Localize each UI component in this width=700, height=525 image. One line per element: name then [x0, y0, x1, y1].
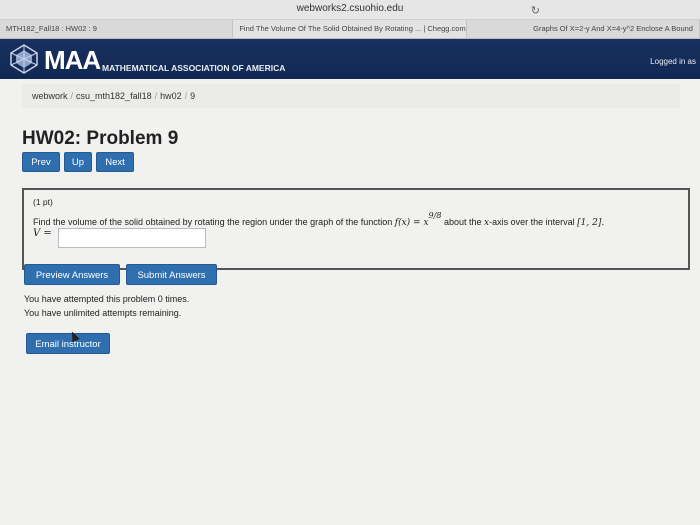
tab-graphs[interactable]: Graphs Of X=2-y And X=4-y^2 Enclose A Bo… — [467, 20, 700, 38]
breadcrumb: webwork / csu_mth182_fall18/hw02/9 — [22, 84, 680, 108]
problem-interval: [1, 2]. — [577, 218, 605, 228]
problem-box: (1 pt) Find the volume of the solid obta… — [22, 188, 690, 270]
up-button[interactable]: Up — [64, 152, 92, 172]
remaining-text: You have unlimited attempts remaining. — [24, 308, 182, 318]
maa-abbr: MAA — [44, 45, 101, 75]
problem-function: f(x) = x — [394, 218, 429, 228]
problem-points: (1 pt) — [33, 197, 53, 207]
reload-icon[interactable]: ↻ — [531, 2, 540, 20]
breadcrumb-webwork[interactable]: webwork — [32, 91, 68, 101]
breadcrumb-separator: / — [154, 91, 158, 101]
problem-statement: Find the volume of the solid obtained by… — [33, 211, 605, 228]
breadcrumb-problem: 9 — [190, 91, 196, 101]
url-text: webworks2.csuohio.edu — [296, 3, 404, 14]
logged-in-text: Logged in as — [650, 57, 696, 66]
problem-text-after: about the — [443, 217, 482, 227]
problem-exponent: 9/8 — [428, 211, 442, 220]
answer-label: V = — [33, 228, 52, 239]
problem-text: Find the volume of the solid obtained by… — [33, 217, 393, 227]
breadcrumb-separator: / — [70, 91, 74, 101]
submit-answers-button[interactable]: Submit Answers — [126, 264, 217, 285]
site-header: MAA MATHEMATICAL ASSOCIATION OF AMERICA … — [0, 39, 700, 79]
next-button[interactable]: Next — [96, 152, 134, 172]
email-instructor-button[interactable]: Email instructor — [26, 333, 110, 354]
breadcrumb-course[interactable]: csu_mth182_fall18 — [76, 91, 152, 101]
tab-webwork[interactable]: MTH182_Fall18 : HW02 : 9 — [0, 20, 234, 38]
tab-strip: MTH182_Fall18 : HW02 : 9 Find The Volume… — [0, 20, 700, 39]
breadcrumb-separator: / — [184, 91, 188, 101]
problem-axis-text: -axis over the interval — [489, 217, 575, 227]
breadcrumb-set[interactable]: hw02 — [160, 91, 182, 101]
page-title: HW02: Problem 9 — [22, 128, 179, 149]
prev-button[interactable]: Prev — [22, 152, 60, 172]
attempts-text: You have attempted this problem 0 times. — [24, 294, 190, 304]
address-bar[interactable]: webworks2.csuohio.edu ↻ — [0, 0, 700, 20]
tab-chegg[interactable]: Find The Volume Of The Solid Obtained By… — [233, 20, 467, 38]
maa-full-name: MATHEMATICAL ASSOCIATION OF AMERICA — [102, 63, 286, 73]
preview-answers-button[interactable]: Preview Answers — [24, 264, 120, 285]
maa-logo-icon — [10, 44, 38, 74]
answer-input[interactable] — [58, 228, 206, 248]
